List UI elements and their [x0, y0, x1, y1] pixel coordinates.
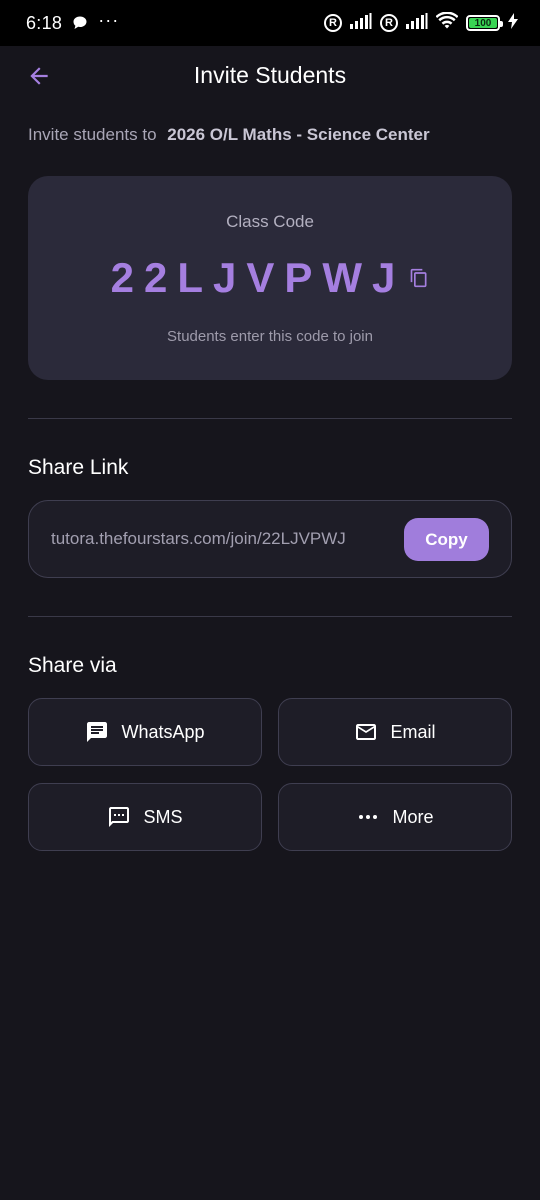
class-code-row: 22LJVPWJ — [28, 254, 512, 302]
share-whatsapp-button[interactable]: WhatsApp — [28, 698, 262, 766]
signal-icon — [406, 12, 428, 34]
share-email-button[interactable]: Email — [278, 698, 512, 766]
mail-icon — [354, 720, 378, 744]
status-left: 6:18 ··· — [26, 10, 120, 34]
share-more-button[interactable]: More — [278, 783, 512, 851]
share-sms-button[interactable]: SMS — [28, 783, 262, 851]
more-icon — [356, 805, 380, 829]
share-option-label: SMS — [143, 806, 183, 827]
share-link-title: Share Link — [28, 456, 129, 479]
divider — [28, 616, 512, 617]
chat-bubble-icon — [72, 15, 88, 31]
class-code-hint: Students enter this code to join — [167, 328, 373, 345]
registered-icon: R — [380, 14, 398, 32]
message-icon — [85, 720, 109, 744]
status-bar: 6:18 ··· R R 100 — [0, 0, 540, 46]
copy-link-button[interactable]: Copy — [404, 518, 489, 561]
app-bar: Invite Students — [0, 46, 540, 106]
battery-icon: 100 — [466, 15, 503, 31]
share-link-box: tutora.thefourstars.com/join/22LJVPWJ Co… — [28, 500, 512, 578]
share-via-title: Share via — [28, 654, 117, 677]
invite-prefix: Invite students to — [28, 125, 157, 144]
divider — [28, 418, 512, 419]
wifi-icon — [435, 10, 459, 35]
copy-icon[interactable] — [409, 268, 429, 288]
battery-level: 100 — [474, 17, 492, 29]
share-option-label: Email — [390, 721, 436, 742]
registered-icon: R — [324, 14, 342, 32]
sms-icon — [107, 805, 131, 829]
status-time: 6:18 — [26, 12, 63, 33]
share-link-url: tutora.thefourstars.com/join/22LJVPWJ — [51, 529, 346, 548]
signal-icon — [350, 12, 372, 34]
class-code-card: Class Code 22LJVPWJ Students enter this … — [28, 176, 512, 380]
status-right: R R 100 — [324, 10, 518, 35]
share-option-label: WhatsApp — [121, 721, 205, 742]
invite-students-screen: 6:18 ··· R R 100 Invite Students Invite … — [0, 0, 540, 1200]
page-title: Invite Students — [193, 62, 347, 88]
invite-description: Invite students to 2026 O/L Maths - Scie… — [28, 125, 430, 145]
class-code-label: Class Code — [226, 212, 314, 231]
more-notifications-icon: ··· — [98, 10, 120, 30]
share-option-label: More — [392, 806, 434, 827]
charging-bolt-icon — [508, 12, 518, 34]
class-code-value[interactable]: 22LJVPWJ — [111, 254, 406, 302]
class-name: 2026 O/L Maths - Science Center — [167, 125, 430, 144]
